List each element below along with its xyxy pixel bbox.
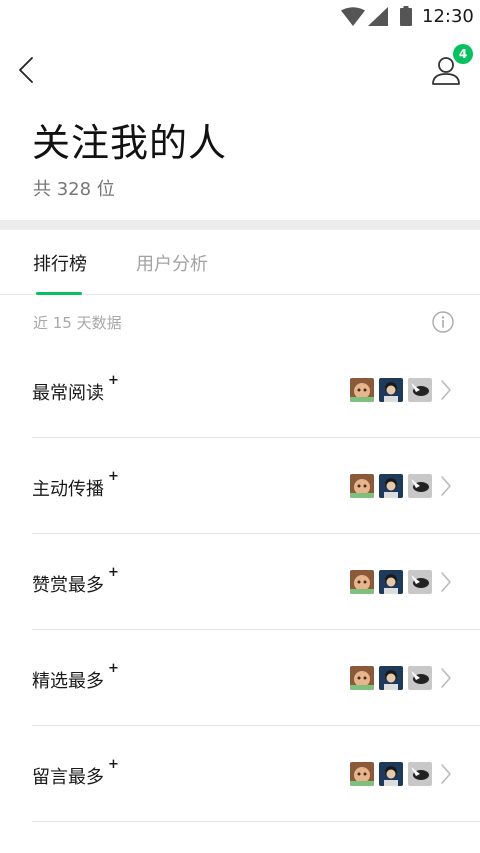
avatar-bird — [408, 762, 432, 786]
rank-item-most-read[interactable]: 最常阅读 + — [32, 342, 480, 438]
avatar-group — [350, 762, 432, 786]
avatar-person — [379, 762, 403, 786]
avatar-bird — [408, 378, 432, 402]
rank-item-most-featured[interactable]: 精选最多 + — [32, 630, 480, 726]
tab-bar: 排行榜 用户分析 — [0, 240, 480, 295]
avatar-person — [379, 474, 403, 498]
avatar-bird — [408, 474, 432, 498]
info-button[interactable] — [432, 311, 454, 333]
rank-item-label: 最常阅读 — [32, 383, 104, 404]
plus-mark: + — [108, 469, 119, 484]
rank-item-label: 留言最多 — [32, 767, 104, 788]
rank-item-active-share[interactable]: 主动传播 + — [32, 438, 480, 534]
avatar-person — [379, 570, 403, 594]
ranking-list: 最常阅读 + 主动传播 + 赞赏最多 + 精选最多 + 留言最多 + — [0, 342, 480, 822]
back-button[interactable] — [12, 52, 40, 88]
avatar-cat — [350, 666, 374, 690]
chevron-right-icon — [441, 668, 451, 688]
avatar-group — [350, 474, 432, 498]
rank-item-most-tips[interactable]: 赞赏最多 + — [32, 534, 480, 630]
chevron-right-icon — [441, 380, 451, 400]
active-tab-indicator — [36, 292, 82, 295]
plus-mark: + — [108, 757, 119, 772]
plus-mark: + — [108, 373, 119, 388]
rank-item-label: 主动传播 — [32, 479, 104, 500]
rank-item-most-comments[interactable]: 留言最多 + — [32, 726, 480, 822]
followers-notification-button[interactable]: 4 — [428, 44, 473, 88]
plus-mark: + — [108, 661, 119, 676]
chevron-right-icon — [441, 572, 451, 592]
avatar-person — [379, 666, 403, 690]
info-icon — [432, 311, 454, 333]
avatar-cat — [350, 570, 374, 594]
chevron-right-icon — [441, 764, 451, 784]
tab-ranking[interactable]: 排行榜 — [33, 250, 87, 276]
avatar-group — [350, 570, 432, 594]
status-bar: 12:30 — [0, 0, 480, 32]
avatar-group — [350, 378, 432, 402]
chevron-right-icon — [441, 476, 451, 496]
avatar-bird — [408, 570, 432, 594]
avatar-cat — [350, 378, 374, 402]
avatar-person — [379, 378, 403, 402]
avatar-bird — [408, 666, 432, 690]
plus-mark: + — [108, 565, 119, 580]
page-title: 关注我的人 — [32, 121, 228, 165]
tab-user-analysis[interactable]: 用户分析 — [136, 250, 208, 276]
battery-icon — [400, 6, 412, 26]
chevron-left-icon — [19, 57, 33, 83]
follower-count: 共 328 位 — [33, 179, 115, 200]
status-time: 12:30 — [422, 6, 474, 27]
rank-item-label: 精选最多 — [32, 671, 104, 692]
top-nav: 4 — [0, 40, 480, 100]
notification-badge: 4 — [453, 44, 473, 64]
avatar-cat — [350, 762, 374, 786]
cellular-signal-icon — [368, 7, 388, 26]
avatar-group — [350, 666, 432, 690]
data-range-label: 近 15 天数据 — [33, 314, 122, 332]
avatar-cat — [350, 474, 374, 498]
rank-item-label: 赞赏最多 — [32, 575, 104, 596]
section-divider — [0, 220, 480, 230]
wifi-icon — [341, 7, 365, 26]
